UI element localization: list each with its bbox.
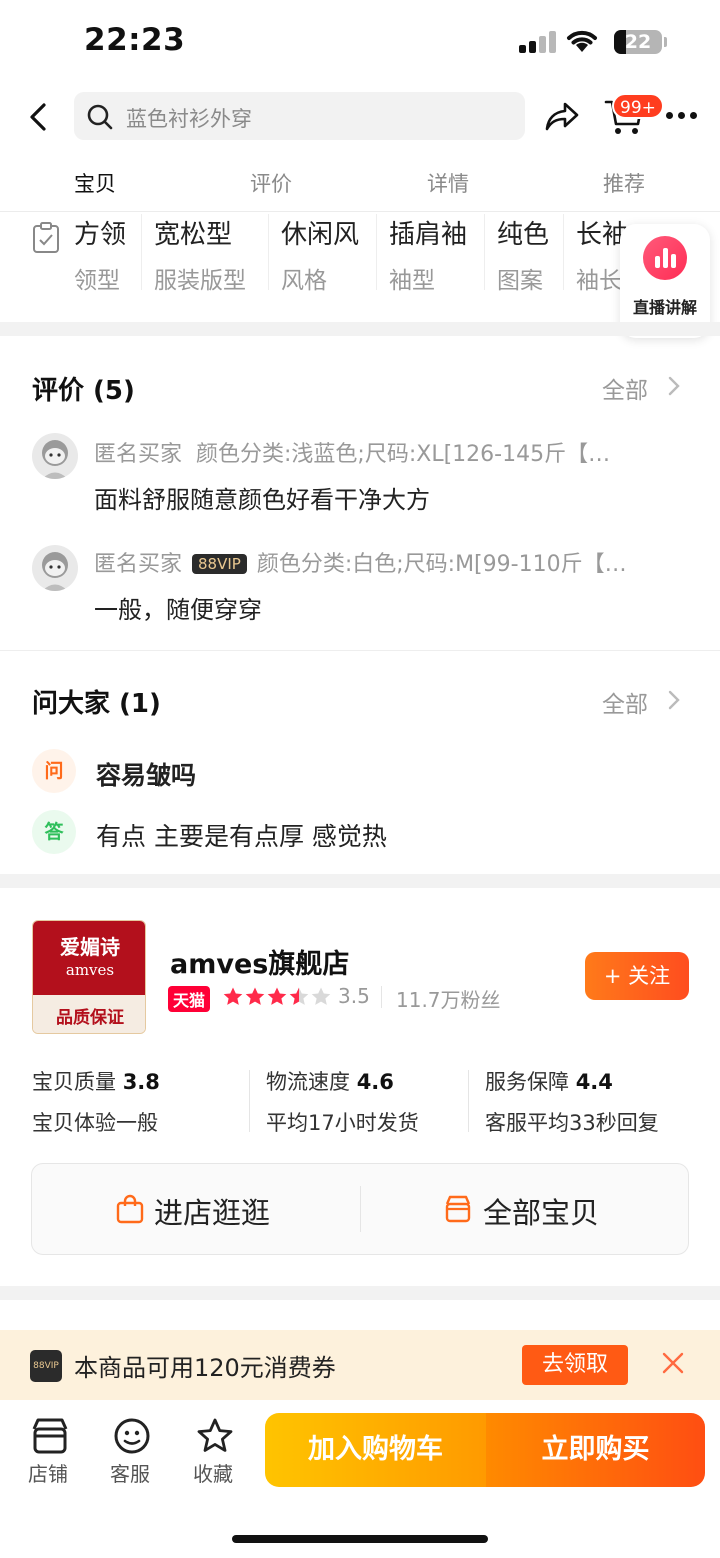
review-meta: 匿名买家 88VIP 颜色分类:白色;尺码:M[99-110斤【… xyxy=(94,546,627,578)
section-tabs: 宝贝 评价 详情 推荐 xyxy=(0,158,720,212)
live-explain-button[interactable]: 直播讲解 xyxy=(620,224,710,338)
score-service: 服务保障 4.4 xyxy=(485,1070,613,1094)
review-spec: 颜色分类:白色;尺码:M[99-110斤【… xyxy=(256,552,627,577)
answer-icon: 答 xyxy=(32,810,76,854)
logo-en-text: amves xyxy=(65,961,115,979)
claim-coupon-button[interactable]: 去领取 xyxy=(522,1345,628,1385)
store-label[interactable]: 店铺 xyxy=(28,1458,68,1487)
question-icon: 问 xyxy=(32,749,76,793)
shop-name[interactable]: amves旗舰店 xyxy=(170,942,349,981)
star-icon xyxy=(289,987,309,1005)
tab-details[interactable]: 详情 xyxy=(427,168,469,198)
coupon-text: 本商品可用120元消费券 xyxy=(74,1354,336,1382)
store-icon xyxy=(445,1195,471,1223)
tab-item[interactable]: 宝贝 xyxy=(74,168,116,198)
follow-button[interactable]: + 关注 xyxy=(585,952,689,1000)
customer-service-icon[interactable] xyxy=(112,1416,152,1456)
review-spec: 颜色分类:浅蓝色;尺码:XL[126-145斤【… xyxy=(196,442,611,467)
shop-fans: 11.7万粉丝 xyxy=(396,988,501,1012)
cellular-signal-icon xyxy=(519,31,557,53)
logo-quality-text: 品质保证 xyxy=(56,1008,124,1028)
reviews-more-link[interactable]: 全部 xyxy=(602,371,648,405)
section-divider xyxy=(0,322,720,336)
param-pattern: 纯色 图案 xyxy=(484,214,549,294)
status-time: 22:23 xyxy=(84,22,186,58)
score-quality-desc: 宝贝体验一般 xyxy=(32,1111,158,1135)
store-icon[interactable] xyxy=(30,1416,70,1456)
param-fit: 宽松型 服装版型 xyxy=(141,214,246,294)
search-icon xyxy=(87,104,113,130)
search-bar[interactable]: 蓝色衬衫外穿 xyxy=(74,92,525,140)
back-arrow-icon[interactable] xyxy=(24,100,54,134)
close-icon[interactable] xyxy=(661,1351,685,1375)
live-explain-label: 直播讲解 xyxy=(632,298,697,317)
tab-reviews[interactable]: 评价 xyxy=(250,168,292,198)
param-collar: 方领 领型 xyxy=(74,220,127,294)
review-user: 匿名买家 xyxy=(94,552,183,577)
vip-badge: 88VIP xyxy=(192,554,247,574)
tmall-badge: 天猫 xyxy=(168,986,211,1012)
buy-now-button[interactable]: 立即购买 xyxy=(486,1413,705,1487)
divider xyxy=(0,650,720,651)
all-items-button[interactable]: 全部宝贝 xyxy=(483,1190,599,1232)
enter-store-button[interactable]: 进店逛逛 xyxy=(154,1190,270,1232)
chevron-right-icon[interactable] xyxy=(666,688,682,712)
review-text: 一般，随便穿穿 xyxy=(94,596,262,624)
88vip-icon: 88VIP xyxy=(30,1350,62,1382)
avatar-icon xyxy=(42,440,68,479)
star-icon xyxy=(223,987,243,1005)
live-bars-icon xyxy=(643,236,687,280)
shop-rating-value: 3.5 xyxy=(338,984,370,1008)
review-user: 匿名买家 xyxy=(94,442,183,467)
star-icon[interactable] xyxy=(195,1416,235,1456)
search-placeholder: 蓝色衬衫外穿 xyxy=(126,107,252,131)
coupon-banner: 88VIP 本商品可用120元消费券 去领取 xyxy=(0,1330,720,1400)
section-divider xyxy=(0,1286,720,1300)
review-text: 面料舒服随意颜色好看干净大方 xyxy=(94,486,430,514)
ask-title: 问大家 (1) xyxy=(32,689,161,719)
section-divider xyxy=(0,874,720,888)
star-icon xyxy=(245,987,265,1005)
more-icon[interactable] xyxy=(664,112,700,122)
clipboard-icon xyxy=(33,222,59,253)
review-meta: 匿名买家 颜色分类:浅蓝色;尺码:XL[126-145斤【… xyxy=(94,436,610,468)
star-icon xyxy=(267,987,287,1005)
logo-brand-text: 爱媚诗 xyxy=(60,935,120,959)
reviewer-avatar xyxy=(32,433,78,479)
question-text[interactable]: 容易皱吗 xyxy=(96,756,196,792)
param-sleeve-length: 长袖 袖长 xyxy=(563,214,628,294)
score-quality: 宝贝质量 3.8 xyxy=(32,1070,160,1094)
top-nav-bar: 蓝色衬衫外穿 xyxy=(0,84,720,148)
score-logistics-desc: 平均17小时发货 xyxy=(266,1111,419,1135)
service-label[interactable]: 客服 xyxy=(110,1458,150,1487)
param-style: 休闲风 风格 xyxy=(268,214,359,294)
tab-recommend[interactable]: 推荐 xyxy=(603,168,645,198)
shop-actions: 进店逛逛 全部宝贝 xyxy=(31,1163,689,1255)
shopping-bag-icon xyxy=(116,1194,144,1224)
product-page: 22:23 22 蓝色衬衫外穿 99+ 宝贝 评价 详情 推荐 方领 领型 宽松… xyxy=(0,0,720,1558)
answer-text: 有点 主要是有点厚 感觉热 xyxy=(96,822,387,851)
add-to-cart-button[interactable]: 加入购物车 xyxy=(265,1413,486,1487)
battery-level: 22 xyxy=(624,31,652,53)
wifi-icon xyxy=(567,30,597,52)
ask-more-link[interactable]: 全部 xyxy=(602,685,648,719)
share-icon[interactable] xyxy=(543,98,581,134)
reviews-title: 评价 (5) xyxy=(32,376,135,406)
score-logistics: 物流速度 4.6 xyxy=(266,1070,394,1094)
product-params[interactable]: 方领 领型 宽松型 服装版型 休闲风 风格 插肩袖 袖型 纯色 图案 长袖 袖长 xyxy=(0,212,720,322)
star-icon xyxy=(311,987,331,1005)
avatar-icon xyxy=(42,552,68,591)
reviewer-avatar xyxy=(32,545,78,591)
battery-icon: 22 xyxy=(614,30,662,54)
param-sleeve-type: 插肩袖 袖型 xyxy=(376,214,467,294)
status-bar: 22:23 22 xyxy=(0,0,720,84)
cart-count-badge: 99+ xyxy=(612,93,664,119)
shop-logo[interactable]: 爱媚诗 amves 品质保证 xyxy=(32,920,146,1034)
favorite-label[interactable]: 收藏 xyxy=(193,1458,233,1487)
score-service-desc: 客服平均33秒回复 xyxy=(485,1111,659,1135)
chevron-right-icon[interactable] xyxy=(666,374,682,398)
home-indicator[interactable] xyxy=(232,1535,488,1543)
